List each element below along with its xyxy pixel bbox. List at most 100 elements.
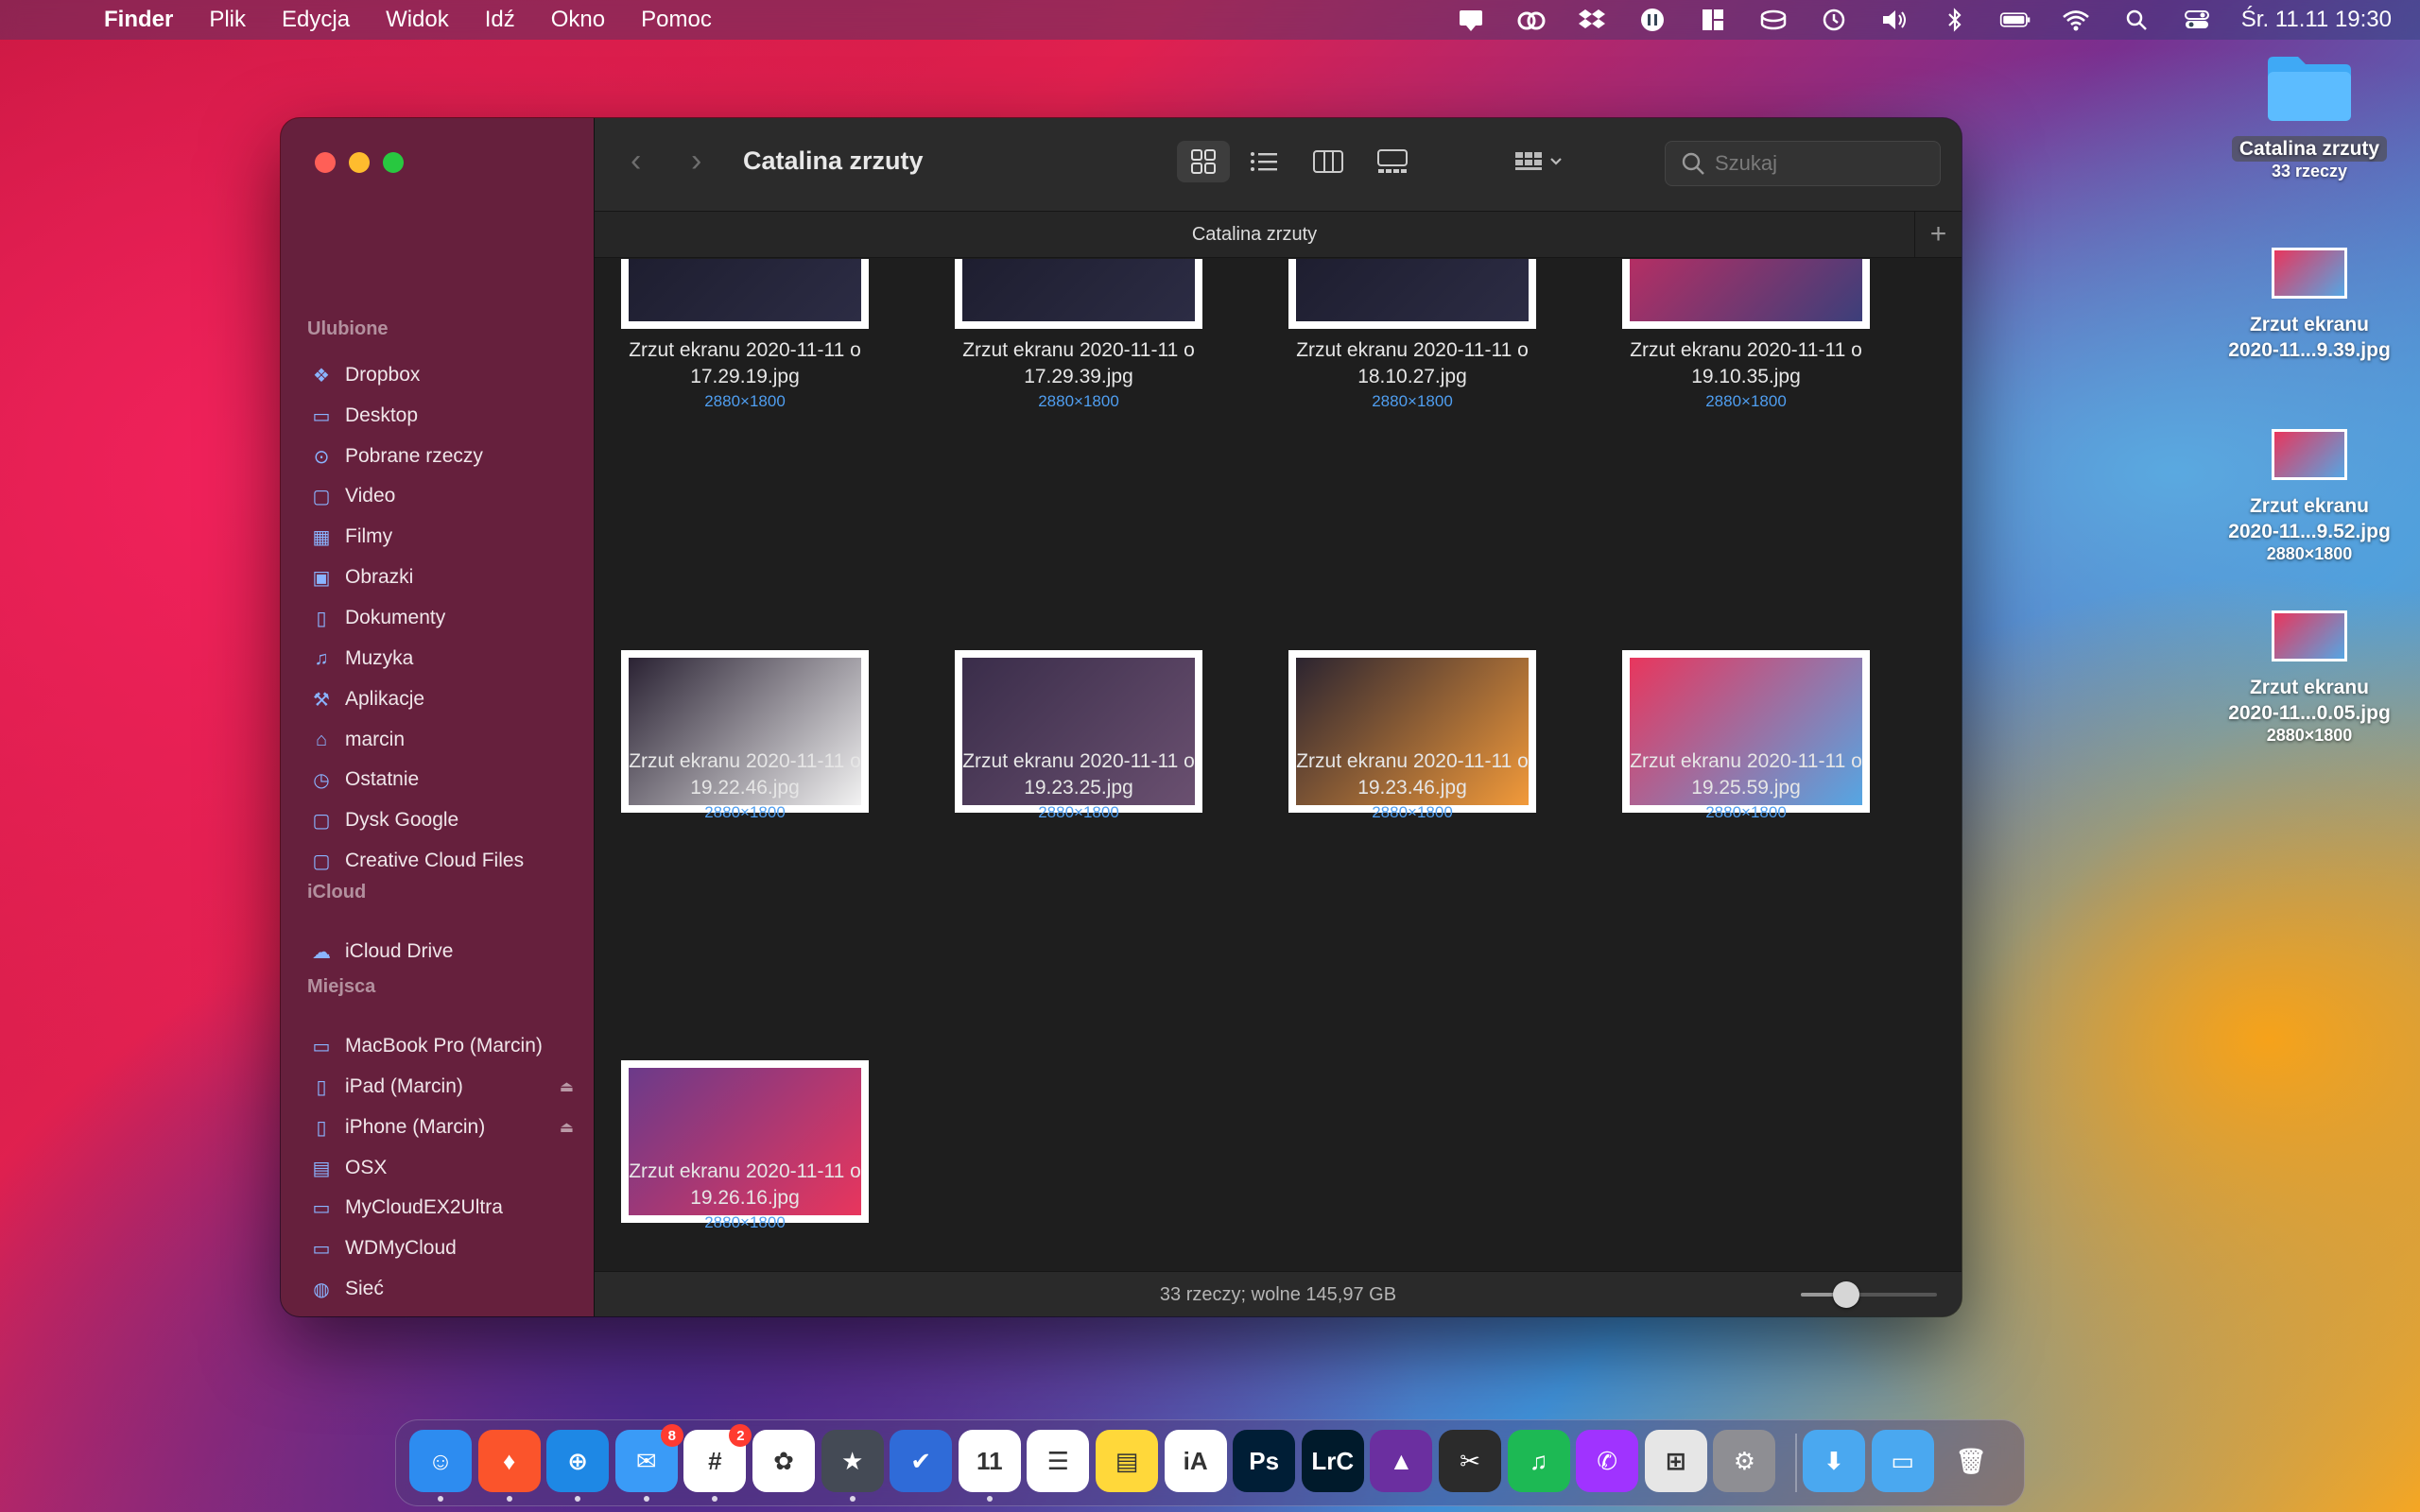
dropbox-icon[interactable] <box>1576 8 1608 32</box>
file-name-line2[interactable]: 19.25.59.jpg <box>1584 775 1908 801</box>
omnifocus-icon[interactable]: ✔ <box>890 1430 953 1492</box>
safari-icon[interactable]: ⊕ <box>546 1430 610 1492</box>
file-name-line1[interactable]: Zrzut ekranu 2020-11-11 o <box>917 748 1240 775</box>
file-thumbnail[interactable] <box>955 259 1202 329</box>
mail-icon[interactable]: ✉ 8 <box>614 1424 683 1492</box>
file-thumbnail[interactable] <box>1622 259 1870 329</box>
sidebar-item[interactable]: ⚒ Aplikacje <box>309 682 583 716</box>
file-thumbnail[interactable] <box>621 259 869 329</box>
sidebar-item[interactable]: ▦ Filmy <box>309 520 583 554</box>
magnet-icon[interactable] <box>1697 8 1729 32</box>
file-name-line1[interactable]: Zrzut ekranu 2020-11-11 o <box>1251 748 1574 775</box>
icon-view-button[interactable] <box>1177 141 1230 182</box>
disk-icon[interactable] <box>1757 8 1789 32</box>
sidebar-item[interactable]: ❖ Dropbox <box>309 358 583 392</box>
finder-icon[interactable]: ☺ <box>409 1430 472 1492</box>
file-name-line2[interactable]: 19.23.46.jpg <box>1251 775 1574 801</box>
sidebar-item[interactable]: ▭ WDMyCloud <box>309 1231 583 1265</box>
bluetooth-icon[interactable] <box>1939 8 1971 32</box>
notes-icon[interactable]: ▤ <box>1096 1430 1158 1492</box>
folder-stack-icon[interactable]: ▭ <box>1871 1430 1934 1492</box>
file-name-line1[interactable]: Zrzut ekranu 2020-11-11 o <box>595 1159 907 1185</box>
launchpad-icon[interactable]: ⊞ <box>1644 1430 1707 1492</box>
calendar-icon[interactable]: 11 <box>958 1430 1021 1492</box>
reminders-icon[interactable]: ☰ <box>1027 1430 1090 1492</box>
file-name-line1[interactable]: Zrzut ekranu 2020-11-11 o <box>1584 748 1908 775</box>
zoom-button[interactable] <box>383 152 404 173</box>
messenger-icon[interactable]: ✆ <box>1576 1430 1639 1492</box>
sidebar-item[interactable]: ☁ iCloud Drive <box>309 935 583 969</box>
sidebar-item[interactable]: ⌂ marcin <box>309 723 583 757</box>
battery-icon[interactable] <box>1999 8 2031 32</box>
menu-go[interactable]: Idź <box>485 7 515 33</box>
sidebar-item[interactable]: ▯ iPhone (Marcin) ⏏ <box>309 1110 583 1144</box>
file-name-line2[interactable]: 19.23.25.jpg <box>917 775 1240 801</box>
sidebar-item[interactable]: ▢ Video <box>309 479 583 513</box>
file-name-line2[interactable]: 19.22.46.jpg <box>595 775 907 801</box>
time-machine-icon[interactable] <box>1818 8 1850 32</box>
notification-icon[interactable] <box>1455 8 1487 32</box>
photoshop-icon[interactable]: Ps <box>1233 1430 1296 1492</box>
sidebar-item[interactable]: ◍ Sieć <box>309 1272 583 1306</box>
file-name-line2[interactable]: 19.10.35.jpg <box>1584 364 1908 390</box>
affinity-icon[interactable]: ▲ <box>1370 1430 1433 1492</box>
file-name-line1[interactable]: Zrzut ekranu 2020-11-11 o <box>1251 337 1574 364</box>
file-name-line1[interactable]: Zrzut ekranu 2020-11-11 o <box>917 337 1240 364</box>
desktop-file[interactable]: Zrzut ekranu 2020-11...9.52.jpg 2880×1800 <box>2215 429 2404 564</box>
spotify-icon[interactable]: ♫ <box>1507 1430 1570 1492</box>
file-name-line2[interactable]: 19.26.16.jpg <box>595 1185 907 1211</box>
new-tab-button[interactable]: + <box>1914 212 1962 257</box>
control-center-icon[interactable] <box>2181 8 2213 32</box>
sidebar-item[interactable]: ▯ iPad (Marcin) ⏏ <box>309 1070 583 1104</box>
gallery-view-button[interactable] <box>1366 141 1419 182</box>
downloads-stack-icon[interactable]: ⬇ <box>1803 1430 1865 1492</box>
photos-icon[interactable]: ✿ <box>752 1430 815 1492</box>
icon-size-slider[interactable] <box>1801 1281 1937 1308</box>
sidebar-item[interactable]: ▯ Dokumenty <box>309 601 583 635</box>
forward-button[interactable]: › <box>691 143 701 180</box>
menu-clock[interactable]: Śr. 11.11 19:30 <box>2241 7 2392 33</box>
sidebar-item[interactable]: ▭ MyCloudEX2Ultra <box>309 1191 583 1225</box>
sidebar-item[interactable]: ▭ MacBook Pro (Marcin) <box>309 1029 583 1063</box>
menu-edit[interactable]: Edycja <box>282 7 350 33</box>
list-view-button[interactable] <box>1237 141 1290 182</box>
menu-window[interactable]: Okno <box>551 7 605 33</box>
menu-help[interactable]: Pomoc <box>641 7 712 33</box>
file-name-line2[interactable]: 17.29.19.jpg <box>595 364 907 390</box>
menu-file[interactable]: Plik <box>209 7 246 33</box>
eject-icon[interactable]: ⏏ <box>560 1077 574 1096</box>
creative-cloud-icon[interactable] <box>1515 8 1547 32</box>
sidebar-item[interactable]: ▢ Dysk Google <box>309 803 583 837</box>
search-icon[interactable] <box>2120 8 2152 32</box>
search-input[interactable] <box>1715 151 1923 176</box>
file-name-line2[interactable]: 18.10.27.jpg <box>1251 364 1574 390</box>
screenium-icon[interactable]: ★ <box>821 1430 884 1492</box>
file-thumbnail[interactable] <box>1288 259 1536 329</box>
hand-icon[interactable] <box>1636 8 1668 32</box>
ia-writer-icon[interactable]: iA <box>1164 1430 1227 1492</box>
file-name-line2[interactable]: 17.29.39.jpg <box>917 364 1240 390</box>
wifi-icon[interactable] <box>2060 8 2092 32</box>
close-button[interactable] <box>315 152 336 173</box>
menu-app-name[interactable]: Finder <box>104 7 173 33</box>
sidebar-item[interactable]: ◷ Ostatnie <box>309 763 583 797</box>
eject-icon[interactable]: ⏏ <box>560 1118 574 1137</box>
file-name-line1[interactable]: Zrzut ekranu 2020-11-11 o <box>1584 337 1908 364</box>
sidebar-item[interactable]: ▣ Obrazki <box>309 560 583 594</box>
sidebar-item[interactable]: ▢ Creative Cloud Files <box>309 844 583 878</box>
search-field[interactable] <box>1665 141 1941 186</box>
lightroom-icon[interactable]: LrC <box>1301 1430 1364 1492</box>
slack-icon[interactable]: #2 <box>683 1424 752 1492</box>
sidebar-item[interactable]: ▭ Desktop <box>309 399 583 433</box>
brave-icon[interactable]: ♦ <box>477 1430 541 1492</box>
final-cut-icon[interactable]: ✂ <box>1439 1430 1501 1492</box>
sidebar-item[interactable]: ♫ Muzyka <box>309 642 583 676</box>
minimize-button[interactable] <box>349 152 370 173</box>
group-by-button[interactable] <box>1502 141 1578 182</box>
desktop-file[interactable]: Zrzut ekranu 2020-11...9.39.jpg <box>2215 248 2404 363</box>
tab-catalina[interactable]: Catalina zrzuty <box>595 224 1914 246</box>
back-button[interactable]: ‹ <box>631 143 641 180</box>
file-name-line1[interactable]: Zrzut ekranu 2020-11-11 o <box>595 748 907 775</box>
slider-knob[interactable] <box>1832 1281 1859 1308</box>
menu-view[interactable]: Widok <box>386 7 449 33</box>
